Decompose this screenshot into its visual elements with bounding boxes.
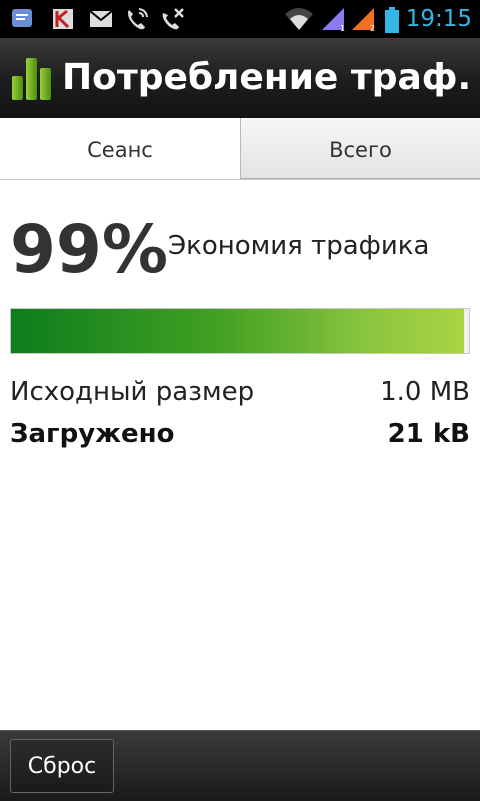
savings-progress-fill — [11, 309, 465, 353]
savings-label: Экономия трафика — [168, 231, 430, 261]
downloaded-value: 21 kB — [387, 419, 470, 449]
battery-icon — [385, 7, 399, 33]
tab-bar: Сеанс Всего — [0, 118, 480, 180]
missed-call-icon — [162, 8, 184, 30]
action-bar: Потребление траф... — [0, 38, 480, 118]
downloaded-label: Загружено — [10, 419, 175, 449]
call-icon — [128, 8, 148, 30]
savings-progress-bar — [10, 308, 470, 354]
tab-session[interactable]: Сеанс — [0, 118, 240, 179]
email-icon — [89, 10, 113, 27]
clock-time: 19:15 — [405, 6, 472, 32]
kaspersky-icon — [53, 9, 73, 29]
signal-sim1-icon: 1 — [322, 8, 345, 32]
original-size-row: Исходный размер 1.0 MB — [10, 372, 470, 412]
bar-chart-icon — [12, 58, 51, 100]
original-size-value: 1.0 MB — [380, 377, 470, 407]
bottom-bar: Сброс — [0, 730, 480, 801]
svg-text:2: 2 — [370, 24, 375, 32]
signal-sim2-icon: 2 — [352, 8, 375, 32]
svg-text:1: 1 — [340, 24, 345, 32]
wifi-icon — [285, 8, 313, 30]
status-bar: 1 2 19:15 — [0, 0, 480, 38]
savings-percent: 99% — [10, 211, 168, 288]
messages-icon — [12, 9, 32, 27]
downloaded-row: Загружено 21 kB — [10, 414, 470, 454]
app-title: Потребление траф... — [62, 57, 472, 98]
tab-total[interactable]: Всего — [240, 118, 480, 179]
reset-button[interactable]: Сброс — [10, 739, 114, 793]
original-size-label: Исходный размер — [10, 377, 255, 407]
